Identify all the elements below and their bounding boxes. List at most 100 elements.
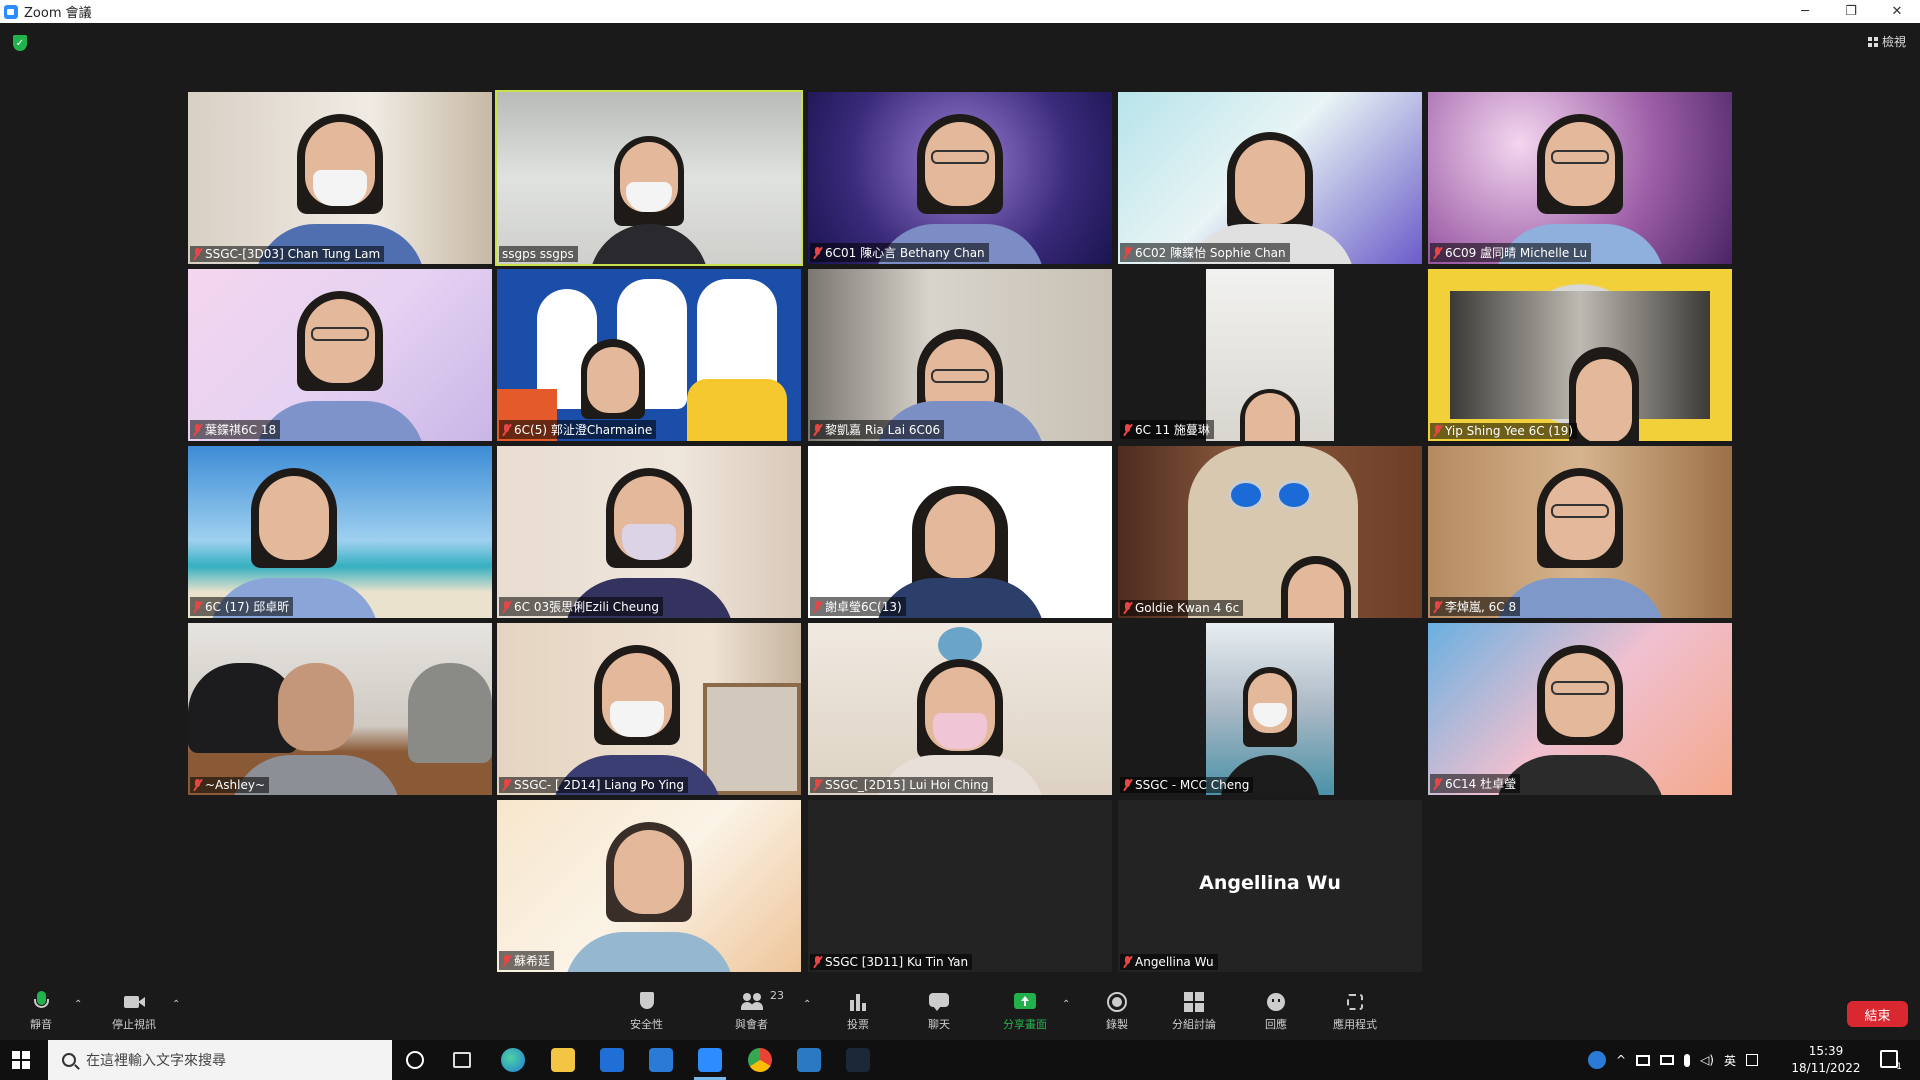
view-button[interactable]: 檢視 <box>1867 33 1906 50</box>
microphone-tray-icon[interactable] <box>1684 1053 1691 1067</box>
muted-mic-icon <box>1123 779 1132 791</box>
share-options-caret[interactable]: ⌃ <box>1062 999 1070 1010</box>
mail-icon[interactable] <box>649 1048 673 1072</box>
end-meeting-button[interactable]: 結束 <box>1847 1001 1908 1027</box>
chevron-up-icon[interactable]: ^ <box>1616 1053 1626 1067</box>
video-tile[interactable]: 6C02 陳鍱怡 Sophie Chan <box>1118 92 1422 264</box>
microphone-icon <box>30 991 52 1013</box>
participant-name-tag: SSGC-[3D03] Chan Tung Lam <box>190 246 385 262</box>
clock-date: 18/11/2022 <box>1791 1061 1861 1075</box>
video-tile[interactable]: 6C(5) 郭沚澄Charmaine <box>497 269 801 441</box>
participant-name-tag: 6C(5) 郭沚澄Charmaine <box>499 420 657 439</box>
video-tile[interactable]: 6C 11 施蔓琳 <box>1118 269 1422 441</box>
participant-name-tag: SSGC- [ 2D14] Liang Po Ying <box>499 777 689 793</box>
mute-button[interactable]: 靜音 <box>30 991 52 1032</box>
edge-browser-icon[interactable] <box>501 1048 525 1072</box>
taskbar-search-box[interactable]: 在這裡輸入文字來搜尋 <box>48 1040 392 1080</box>
display-icon[interactable] <box>1660 1055 1675 1065</box>
muted-mic-icon <box>193 248 202 260</box>
video-camera-icon <box>123 991 145 1013</box>
muted-mic-icon <box>193 600 202 613</box>
video-tile-active-speaker[interactable]: ssgps ssgps <box>495 90 803 266</box>
file-explorer-icon[interactable] <box>551 1048 575 1072</box>
participant-name-tag: 6C 03張思俐Ezili Cheung <box>499 597 663 616</box>
cortana-icon[interactable] <box>406 1051 424 1069</box>
muted-mic-icon <box>193 779 202 791</box>
video-tile[interactable]: 黎凱嘉 Ria Lai 6C06 <box>808 269 1112 441</box>
participants-icon <box>740 991 763 1013</box>
record-button[interactable]: 錄製 <box>1106 991 1128 1032</box>
photos-app-icon[interactable] <box>797 1048 821 1072</box>
video-tile[interactable]: Goldie Kwan 4 6c <box>1118 446 1422 618</box>
participant-name-tag: 6C09 盧同晴 Michelle Lu <box>1430 243 1592 262</box>
close-button[interactable]: ✕ <box>1874 0 1920 23</box>
participants-button[interactable]: 與會者 <box>735 991 768 1032</box>
task-view-icon[interactable] <box>453 1052 471 1068</box>
video-tile[interactable]: 蘇希廷 <box>497 800 801 972</box>
share-screen-button[interactable]: 分享畫面 <box>1003 991 1047 1032</box>
zoom-taskbar-icon[interactable] <box>694 1048 726 1080</box>
video-tile[interactable]: SSGC-[3D03] Chan Tung Lam <box>188 92 492 264</box>
reactions-button[interactable]: 回應 <box>1265 991 1287 1032</box>
security-button[interactable]: 安全性 <box>630 991 663 1032</box>
input-method-icon[interactable] <box>1746 1054 1758 1066</box>
video-tile[interactable]: 謝卓瑩6C(13) <box>808 446 1112 618</box>
muted-mic-icon <box>1123 246 1132 259</box>
windows-start-icon[interactable] <box>12 1051 30 1069</box>
video-tile[interactable]: SSGC_[2D15] Lui Hoi Ching <box>808 623 1112 795</box>
participant-name-tag: 6C 11 施蔓琳 <box>1120 420 1214 439</box>
view-label: 檢視 <box>1881 35 1906 49</box>
notification-center-icon[interactable]: 1 <box>1880 1050 1902 1072</box>
video-tile[interactable]: 6C09 盧同晴 Michelle Lu <box>1428 92 1732 264</box>
video-options-caret[interactable]: ⌃ <box>172 999 180 1010</box>
participant-name-tag: 葉鍱祺6C 18 <box>190 420 281 439</box>
muted-mic-icon <box>502 954 511 967</box>
chrome-browser-icon[interactable] <box>748 1048 772 1072</box>
muted-mic-icon <box>813 423 822 436</box>
participant-name-tag: 6C14 杜卓瑩 <box>1430 774 1521 793</box>
steam-icon[interactable] <box>846 1048 870 1072</box>
video-tile-camera-off[interactable]: SSGC [3D11] Ku Tin Yan <box>808 800 1112 972</box>
network-icon[interactable] <box>1636 1054 1651 1066</box>
participant-name-tag: Yip Shing Yee 6C (19) <box>1430 423 1578 439</box>
breakout-rooms-button[interactable]: 分組討論 <box>1172 991 1216 1032</box>
muted-mic-icon <box>1123 423 1132 436</box>
video-tile[interactable]: ~Ashley~ <box>188 623 492 795</box>
participant-count: 23 <box>770 989 784 1002</box>
ime-indicator[interactable]: 英 <box>1724 1052 1736 1069</box>
search-placeholder: 在這裡輸入文字來搜尋 <box>86 1053 226 1069</box>
video-tile[interactable]: 葉鍱祺6C 18 <box>188 269 492 441</box>
chat-button[interactable]: 聊天 <box>928 991 950 1032</box>
polls-button[interactable]: 投票 <box>847 991 869 1032</box>
participant-name-tag: 6C02 陳鍱怡 Sophie Chan <box>1120 243 1290 262</box>
video-tile[interactable]: 6C 03張思俐Ezili Cheung <box>497 446 801 618</box>
encryption-shield-icon[interactable]: ✓ <box>13 35 27 51</box>
video-tile-camera-off[interactable]: Angellina Wu Angellina Wu <box>1118 800 1422 972</box>
share-screen-icon <box>1014 991 1036 1013</box>
smiley-icon <box>1265 991 1287 1013</box>
grid-view-icon <box>1867 36 1878 47</box>
audio-options-caret[interactable]: ⌃ <box>74 999 82 1010</box>
minimize-button[interactable]: ─ <box>1782 0 1828 23</box>
taskbar-clock[interactable]: 15:39 18/11/2022 <box>1790 1043 1862 1077</box>
participant-name-tag: SSGC_[2D15] Lui Hoi Ching <box>810 777 993 793</box>
video-tile[interactable]: SSGC- [ 2D14] Liang Po Ying <box>497 623 801 795</box>
microsoft-store-icon[interactable] <box>600 1048 624 1072</box>
video-tile[interactable]: 李焯嵐, 6C 8 <box>1428 446 1732 618</box>
window-titlebar: Zoom 會議 ─ ❐ ✕ <box>0 0 1920 23</box>
participants-options-caret[interactable]: ⌃ <box>803 999 811 1010</box>
video-tile[interactable]: Yip Shing Yee 6C (19) <box>1428 269 1732 441</box>
video-tile[interactable]: 6C (17) 邱卓昕 <box>188 446 492 618</box>
help-icon[interactable] <box>1588 1051 1606 1069</box>
restore-button[interactable]: ❐ <box>1828 0 1874 23</box>
notification-count: 1 <box>1896 1062 1902 1072</box>
muted-mic-icon <box>1123 602 1132 614</box>
video-tile[interactable]: SSGC - MCC Cheng <box>1118 623 1422 795</box>
apps-button[interactable]: 應用程式 <box>1333 991 1377 1032</box>
video-tile[interactable]: 6C01 陳心言 Bethany Chan <box>808 92 1112 264</box>
speaker-icon[interactable]: ◁) <box>1700 1053 1714 1067</box>
search-icon <box>62 1053 76 1067</box>
stop-video-button[interactable]: 停止視訊 <box>112 991 156 1032</box>
muted-mic-icon <box>193 423 202 436</box>
video-tile[interactable]: 6C14 杜卓瑩 <box>1428 623 1732 795</box>
